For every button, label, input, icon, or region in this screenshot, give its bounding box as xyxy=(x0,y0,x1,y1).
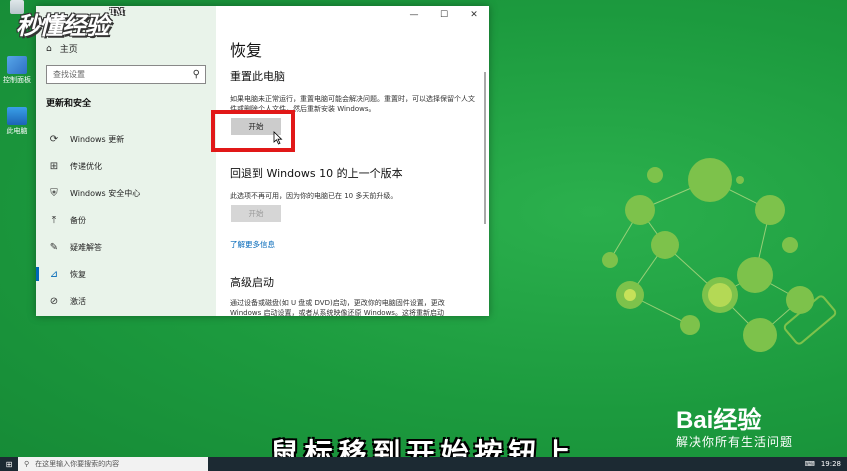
delivery-icon: ⊞ xyxy=(49,160,59,172)
watermark-logo: 秒懂经验 TM xyxy=(16,6,124,41)
rollback-start-button[interactable]: 开始 xyxy=(231,205,281,222)
scrollbar[interactable] xyxy=(484,72,486,224)
sidebar-item-label: 疑难解答 xyxy=(70,242,102,252)
control-panel-shortcut[interactable]: 控制面板 xyxy=(2,56,32,85)
taskbar-search[interactable]: ⚲ 在这里输入你要搜索的内容 xyxy=(18,457,208,471)
advanced-startup-heading: 高级启动 xyxy=(230,276,274,289)
section-title: 更新和安全 xyxy=(46,99,92,109)
minimize-button[interactable]: — xyxy=(399,6,429,24)
system-tray: ⌨ 19:28 xyxy=(805,457,841,471)
check-circle-icon: ⊘ xyxy=(49,295,59,307)
this-pc-label: 此电脑 xyxy=(6,127,28,135)
backup-icon: ⤒ xyxy=(51,214,57,226)
sidebar-item-recovery[interactable]: ⊿ 恢复 xyxy=(36,261,216,287)
reset-heading: 重置此电脑 xyxy=(230,70,285,83)
home-label: 主页 xyxy=(59,45,78,55)
watermark-text: 秒懂经验 xyxy=(16,11,109,40)
recovery-icon: ⊿ xyxy=(49,268,59,280)
rollback-heading: 回退到 Windows 10 的上一个版本 xyxy=(230,167,403,180)
settings-window: 设置 ⌂ 主页 查找设置 ⚲ 更新和安全 ⟳ Windows 更新 ⊞ 传递优化… xyxy=(36,6,489,316)
baidu-logo: Bai经验 xyxy=(676,407,762,434)
taskbar: ⊞ ⚲ 在这里输入你要搜索的内容 ⌨ 19:28 xyxy=(0,457,847,471)
maximize-button[interactable]: ☐ xyxy=(429,6,459,24)
sidebar-item-troubleshoot[interactable]: ✎ 疑难解答 xyxy=(36,234,216,260)
mouse-cursor-icon xyxy=(273,131,283,145)
taskbar-search-placeholder: 在这里输入你要搜索的内容 xyxy=(35,460,120,468)
sidebar-item-windows-update[interactable]: ⟳ Windows 更新 xyxy=(36,126,216,152)
sidebar-item-backup[interactable]: ⤒ 备份 xyxy=(36,207,216,233)
reset-description: 如果电脑未正常运行，重置电脑可能会解决问题。重置时，可以选择保留个人文件或删除个… xyxy=(230,95,475,113)
rollback-description: 此选项不再可用，因为你的电脑已在 10 多天前升级。 xyxy=(230,192,398,200)
watermark-tm: TM xyxy=(110,6,124,16)
search-placeholder: 查找设置 xyxy=(53,70,85,79)
sidebar-item-label: 恢复 xyxy=(70,269,86,279)
sidebar: 设置 ⌂ 主页 查找设置 ⚲ 更新和安全 ⟳ Windows 更新 ⊞ 传递优化… xyxy=(36,6,216,316)
sync-icon: ⟳ xyxy=(49,133,59,145)
sidebar-item-label: Windows 更新 xyxy=(70,134,125,144)
lightbulb-decoration-icon xyxy=(602,158,837,352)
home-icon: ⌂ xyxy=(46,43,52,54)
advanced-startup-description: 通过设备或磁盘(如 U 盘或 DVD)启动，更改你的电脑固件设置，更改 Wind… xyxy=(230,299,445,316)
search-icon: ⚲ xyxy=(24,460,30,468)
sidebar-item-activation[interactable]: ⊘ 激活 xyxy=(36,288,216,314)
wrench-icon: ✎ xyxy=(49,241,59,253)
settings-search-input[interactable]: 查找设置 ⚲ xyxy=(46,65,206,84)
close-button[interactable]: ✕ xyxy=(459,6,489,24)
window-controls: — ☐ ✕ xyxy=(399,6,489,24)
sidebar-item-label: 激活 xyxy=(70,296,86,306)
clock[interactable]: 19:28 xyxy=(821,460,841,468)
this-pc-icon xyxy=(7,107,27,125)
main-content: — ☐ ✕ 恢复 重置此电脑 如果电脑未正常运行，重置电脑可能会解决问题。重置时… xyxy=(216,6,489,316)
start-button[interactable]: ⊞ xyxy=(0,457,18,471)
learn-more-link[interactable]: 了解更多信息 xyxy=(230,239,275,250)
shield-icon: ⛨ xyxy=(50,187,58,199)
sidebar-item-label: 传递优化 xyxy=(70,161,102,171)
this-pc-shortcut[interactable]: 此电脑 xyxy=(2,107,32,136)
sidebar-item-delivery-optimization[interactable]: ⊞ 传递优化 xyxy=(36,153,216,179)
page-title: 恢复 xyxy=(230,41,263,60)
sidebar-item-label: Windows 安全中心 xyxy=(70,188,141,198)
control-panel-icon xyxy=(7,56,27,74)
search-icon: ⚲ xyxy=(192,69,200,80)
home-link[interactable]: ⌂ 主页 xyxy=(46,42,78,56)
control-panel-label: 控制面板 xyxy=(3,76,31,84)
keyboard-icon[interactable]: ⌨ xyxy=(805,460,815,468)
sidebar-item-label: 备份 xyxy=(70,215,86,225)
sidebar-item-windows-security[interactable]: ⛨ Windows 安全中心 xyxy=(36,180,216,206)
